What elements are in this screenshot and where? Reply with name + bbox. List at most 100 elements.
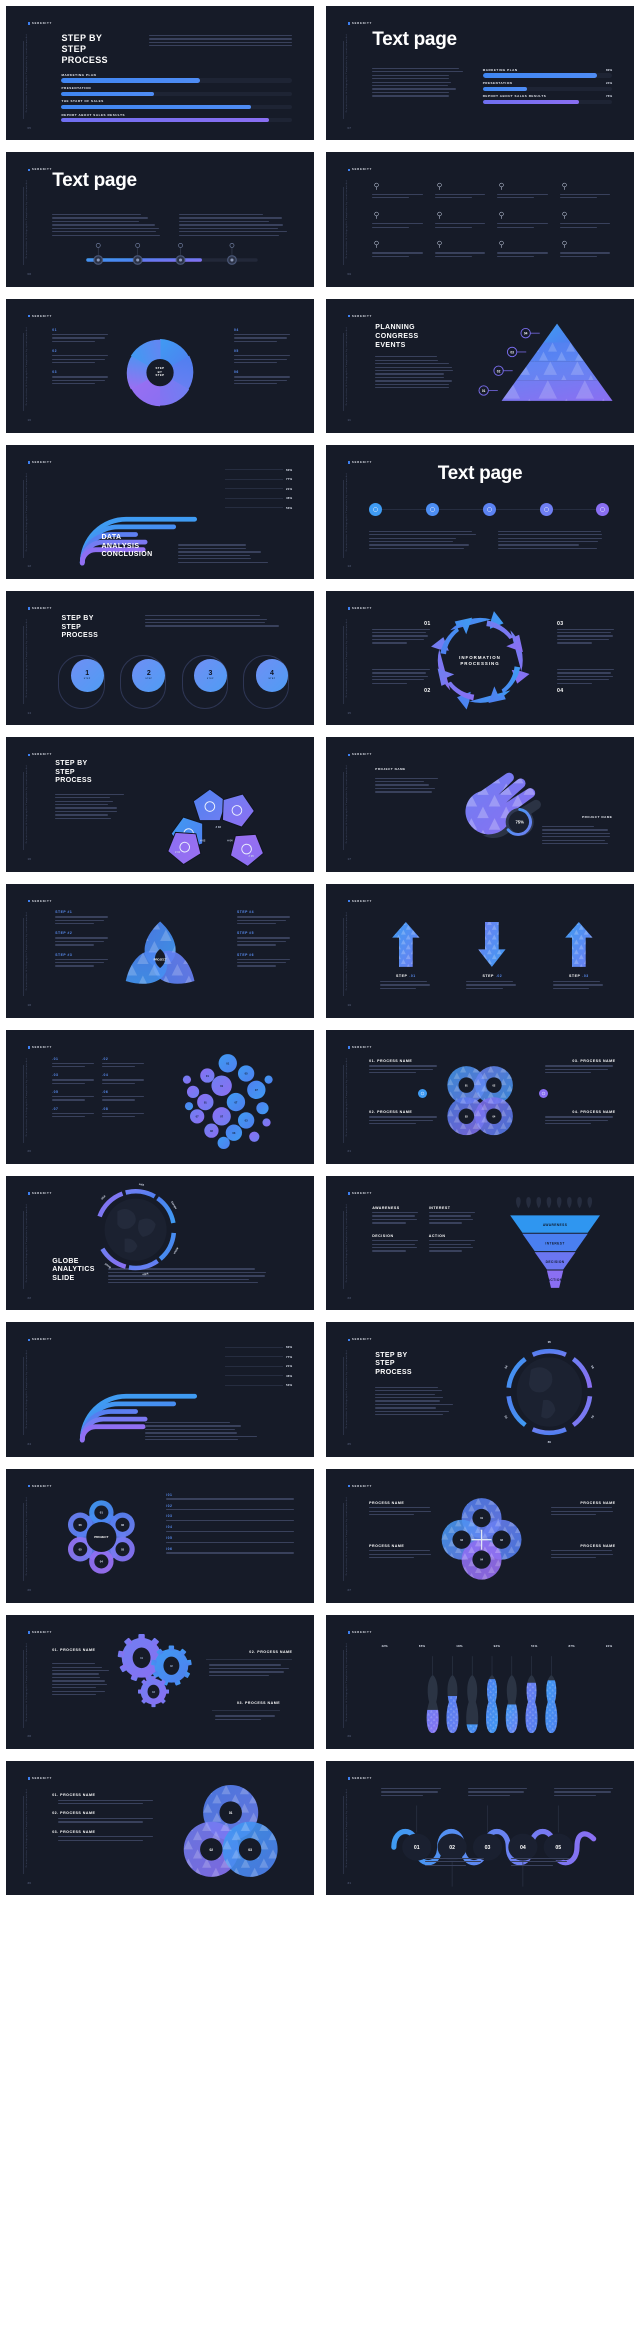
svg-text:04: 04 [100, 1560, 104, 1564]
svg-text:03: 03 [121, 1547, 125, 1551]
svg-text:# 02: # 02 [200, 838, 206, 842]
slide-10[interactable]: SERENITY Presentation & Infographic Templ… [6, 299, 314, 433]
slide-container: SERENITY Presentation & Infographic Templ… [320, 1024, 640, 1170]
slide-12[interactable]: SERENITY Presentation & Infographic Templ… [6, 445, 314, 579]
bar-percent: 80% [606, 68, 613, 72]
slide-container: SERENITY Presentation & Infographic Templ… [320, 146, 640, 292]
circle-node-hand-icon [369, 503, 382, 516]
svg-text:05: 05 [548, 1340, 552, 1344]
slide-14[interactable]: SERENITY Presentation & Infographic Templ… [6, 591, 314, 725]
paperclip-icon [372, 211, 425, 220]
slide-30[interactable]: SERENITY Presentation & Infographic Templ… [6, 1761, 314, 1895]
page-number: 09 [348, 273, 352, 276]
sidebar-rail [343, 772, 344, 850]
sidebar-caption: Presentation & Infographic Templates by … [346, 619, 348, 697]
brand-logo: SERENITY [348, 315, 373, 318]
brand-name: SERENITY [32, 1192, 52, 1195]
hand-diagram: 75% [443, 764, 554, 861]
slide-21[interactable]: SERENITY Presentation & Infographic Templ… [326, 1030, 634, 1164]
slide-22[interactable]: SERENITY Presentation & Infographic Templ… [6, 1176, 314, 1310]
bar-item: REPORT ABOUT SALES RESULTS 76% [483, 94, 613, 104]
slide-29[interactable]: SERENITY Presentation & Infographic Templ… [326, 1615, 634, 1749]
bar-header: REPORT ABOUT SALES RESULTS 76% [483, 94, 613, 98]
slide-17[interactable]: SERENITY Presentation & Infographic Templ… [326, 737, 634, 871]
paragraph-text [52, 1096, 95, 1101]
corner-block: 03 [557, 621, 616, 644]
process-block: PROCESS NAME [551, 1544, 616, 1559]
page-number: 05 [28, 127, 32, 130]
paragraph-text [52, 1663, 111, 1695]
paragraph-text [145, 1422, 262, 1440]
sidebar-rail [343, 1796, 344, 1874]
page-title: DATA ANALYSIS CONCLUSION [101, 534, 152, 560]
arc-value: 77% [286, 477, 293, 481]
process-block: 02. PROCESS NAME [52, 1811, 157, 1822]
paragraph-text [372, 629, 431, 644]
title-line: STEP BY [55, 760, 92, 769]
brand-name: SERENITY [352, 1192, 372, 1195]
svg-text:04: 04 [503, 1364, 508, 1369]
slide-31[interactable]: SERENITY Presentation & Infographic Templ… [326, 1761, 634, 1895]
page-number: 15 [348, 712, 352, 715]
brand-name: SERENITY [352, 315, 372, 318]
pin-value: 65% [419, 1644, 426, 1648]
sidebar-caption: Presentation & Infographic Templates by … [346, 34, 348, 112]
step-circle: 4 STEP [256, 659, 289, 692]
slide-container: SERENITY Presentation & Infographic Templ… [0, 0, 320, 146]
arc-value: 53% [286, 1383, 293, 1387]
process-title: 01. PROCESS NAME [369, 1059, 440, 1063]
slide-05[interactable]: SERENITY Presentation & Infographic Templ… [6, 6, 314, 140]
sidebar-caption: Presentation & Infographic Templates by … [346, 765, 348, 843]
slide-23[interactable]: SERENITY Presentation & Infographic Templ… [326, 1176, 634, 1310]
slide-07[interactable]: SERENITY Presentation & Infographic Templ… [326, 6, 634, 140]
value-leader [225, 479, 283, 480]
pin-value: 42% [381, 1644, 388, 1648]
bar-item: MARKETING PLAN 80% [483, 68, 613, 78]
value-leader [225, 498, 283, 499]
paragraph-text [497, 223, 550, 228]
process-title: 04. PROCESS NAME [545, 1110, 616, 1114]
svg-text:04: 04 [520, 1845, 526, 1851]
slide-16[interactable]: SERENITY Presentation & Infographic Templ… [6, 737, 314, 871]
paragraph-text [429, 1212, 477, 1224]
slide-24[interactable]: SERENITY Presentation & Infographic Templ… [6, 1322, 314, 1456]
sidebar-rail [23, 480, 24, 558]
slide-25[interactable]: SERENITY Presentation & Infographic Templ… [326, 1322, 634, 1456]
slide-08[interactable]: SERENITY Presentation & Infographic Templ… [6, 152, 314, 286]
bar-item: PRESENTATION 24% [483, 81, 613, 91]
step-caption: STEP [145, 678, 152, 680]
svg-text:03: 03 [510, 350, 514, 354]
value-leader [225, 507, 283, 508]
slide-19[interactable]: SERENITY Presentation & Infographic Templ… [326, 884, 634, 1018]
quad-rings-diagram: 01 02 03 04 [440, 1487, 523, 1589]
paragraph-text [511, 1858, 573, 1866]
slide-26[interactable]: SERENITY Presentation & Infographic Templ… [6, 1469, 314, 1603]
brand-logo: SERENITY [348, 1338, 373, 1341]
wave-timeline-diagram: 01 02 03 04 05 [369, 1793, 619, 1876]
slide-27[interactable]: SERENITY Presentation & Infographic Templ… [326, 1469, 634, 1603]
tri-rings-diagram: 01 02 03 [166, 1782, 295, 1884]
page-title: STEP BY STEP PROCESS [61, 615, 130, 641]
sidebar-caption: Presentation & Infographic Templates by … [346, 911, 348, 989]
slide-container: SERENITY Presentation & Infographic Templ… [0, 1755, 320, 1901]
slide-28[interactable]: SERENITY Presentation & Infographic Templ… [6, 1615, 314, 1749]
corner-number: 03 [557, 621, 616, 627]
pin-value: 93% [494, 1644, 501, 1648]
title-line: STEP BY [61, 33, 135, 44]
bubble-item: .08 [102, 1107, 145, 1118]
slide-11[interactable]: SERENITY Presentation & Infographic Templ… [326, 299, 634, 433]
slide-18[interactable]: SERENITY Presentation & Infographic Templ… [6, 884, 314, 1018]
item-number: 01 [52, 328, 111, 332]
slide-09[interactable]: SERENITY Presentation & Infographic Templ… [326, 152, 634, 286]
bubble-item: .04 [102, 1073, 145, 1084]
title-line: STEP [61, 44, 135, 55]
slide-13[interactable]: SERENITY Presentation & Infographic Templ… [326, 445, 634, 579]
slide-15[interactable]: SERENITY Presentation & Infographic Templ… [326, 591, 634, 725]
page-title: Text page [52, 171, 137, 190]
slide-20[interactable]: SERENITY Presentation & Infographic Templ… [6, 1030, 314, 1164]
title-line: CONCLUSION [101, 551, 152, 560]
numbered-item: 04 [234, 328, 293, 342]
paragraph-text [166, 1520, 295, 1521]
step-label-row: STEP .03 [569, 974, 589, 978]
process-block: 04. PROCESS NAME [545, 1110, 616, 1124]
